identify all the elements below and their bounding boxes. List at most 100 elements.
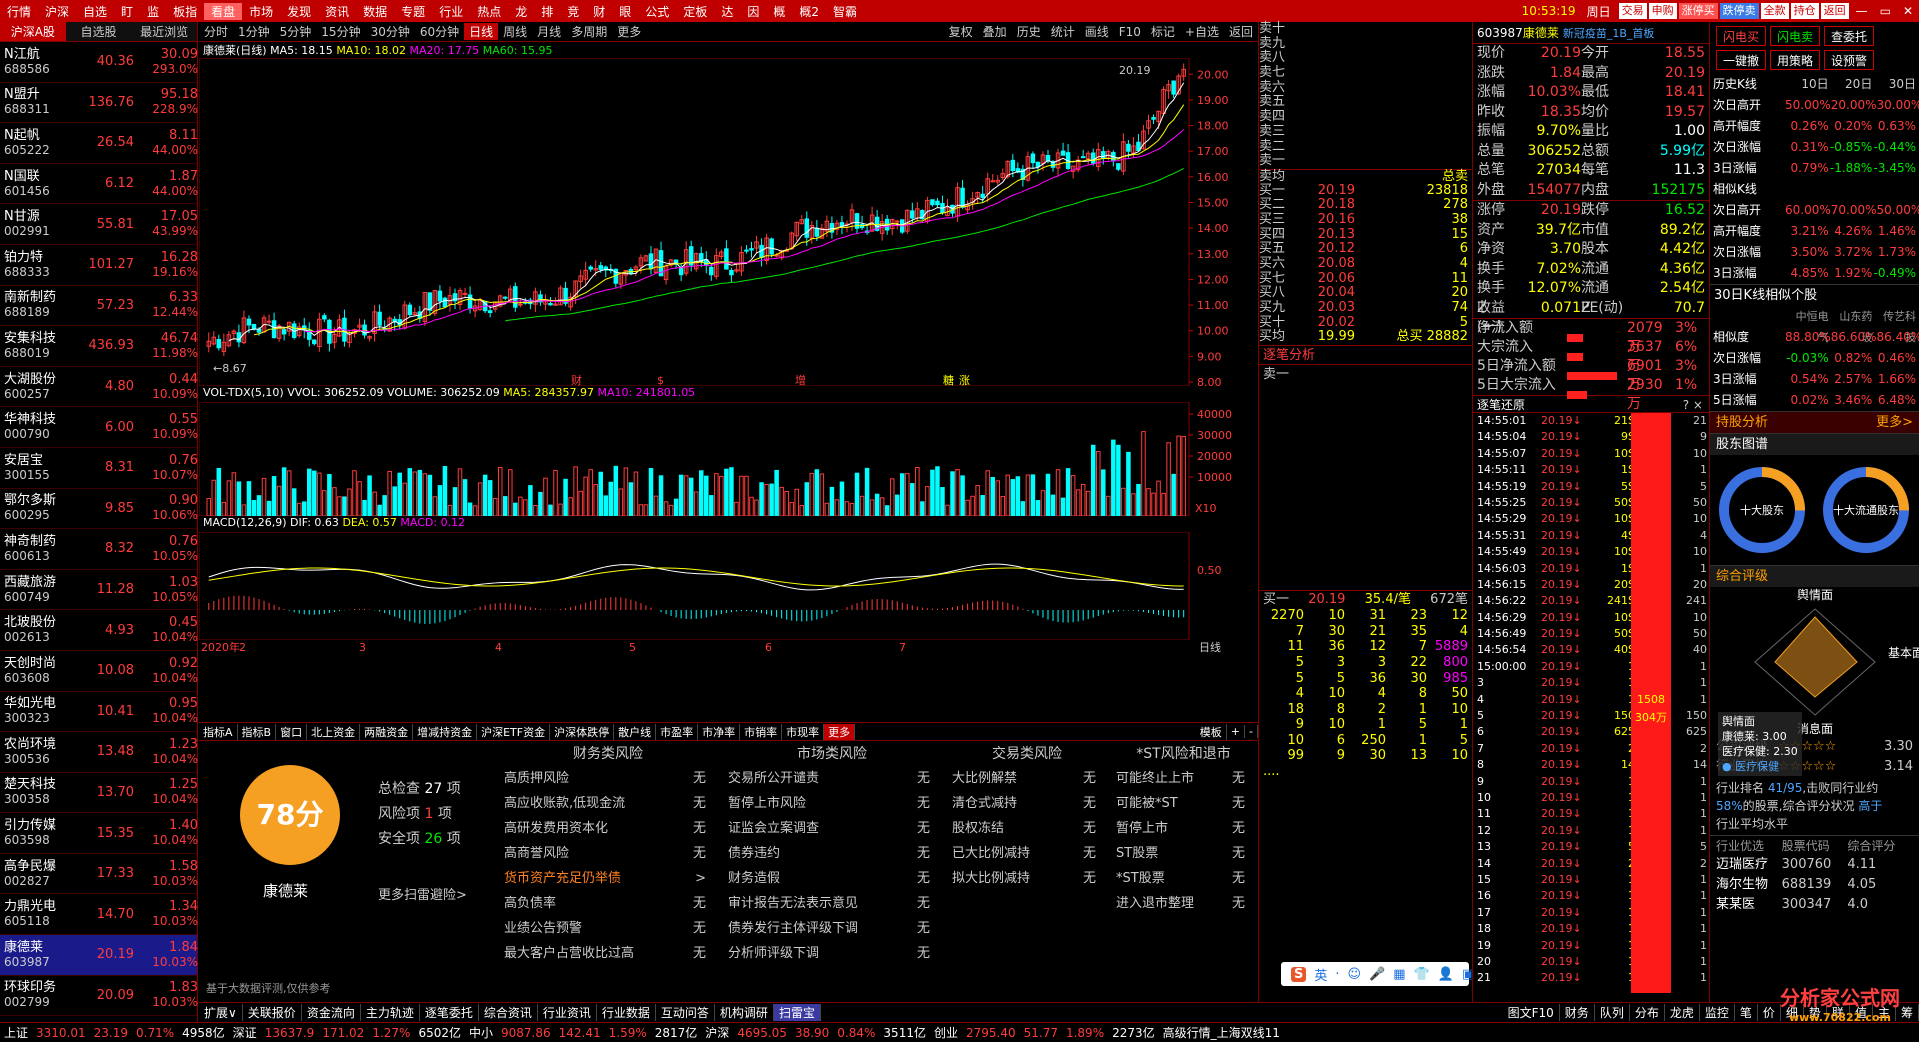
stock-row[interactable]: 安居宝 300155 8.31 0.76 10.07% [0,448,198,489]
chart-tool-7[interactable]: +自选 [1180,23,1224,40]
bottom-tab-7[interactable]: 行业数据 [597,1004,656,1021]
tick-controls-icon[interactable]: ? × [1683,396,1709,412]
stock-tab-0[interactable]: 沪深A股 [0,22,66,41]
risk-item[interactable]: 证监会立案调查 无 [728,816,936,841]
stock-row[interactable]: 神奇制药 600613 8.32 0.76 10.05% [0,529,198,570]
menu-item-5[interactable]: 板指 [166,3,204,20]
stock-row[interactable]: 华如光电 300323 10.41 0.95 10.04% [0,692,198,733]
ime-english-icon[interactable]: 英 [1314,965,1327,984]
risk-item[interactable]: 货币资产充足仍举债 > [504,866,712,891]
menu-item-21[interactable]: 达 [714,3,740,20]
stock-row[interactable]: 大湖股份 600257 4.80 0.44 10.09% [0,367,198,408]
bottom-right-tab-1[interactable]: 财务 [1560,1004,1595,1021]
stock-row[interactable]: 西藏旅游 600749 11.28 1.03 10.05% [0,570,198,611]
risk-item[interactable]: 债券违约 无 [728,841,936,866]
indicator-tab-3[interactable]: 北上资金 [307,723,361,740]
period-0[interactable]: 分时 [199,23,233,40]
best-row[interactable]: 迈瑞医疗 300760 4.11 [1710,855,1919,875]
risk-more-link[interactable]: 更多扫雷避险> [378,884,467,903]
bottom-right-tab-3[interactable]: 分布 [1630,1004,1665,1021]
top-tool-5[interactable]: 持仓 [1790,3,1819,19]
indicator-tab-13[interactable]: 更多 [824,723,856,740]
stock-row[interactable]: 楚天科技 300358 13.70 1.25 10.04% [0,773,198,814]
skin-icon[interactable]: 👕 [1414,967,1430,982]
risk-item[interactable]: 债券发行主体评级下调 无 [728,916,936,941]
risk-item[interactable]: 最大客户占营收比过高 无 [504,941,712,966]
indicator-tab-9[interactable]: 市盈率 [656,723,699,740]
template-btn-1[interactable]: + [1227,725,1246,738]
indicator-tab-0[interactable]: 指标A [199,723,238,740]
stock-tab-2[interactable]: 最近浏览 [131,22,197,41]
period-1[interactable]: 1分钟 [233,23,275,40]
indicator-tab-4[interactable]: 两融资金 [360,723,414,740]
top-tool-6[interactable]: 返回 [1820,3,1849,19]
volume-bars[interactable]: 40000 30000 20000 10000 X10 [199,402,1258,516]
menu-item-1[interactable]: 沪深 [38,3,76,20]
stock-row[interactable]: N江航 688586 40.36 30.09 293.0% [0,42,198,83]
risk-item[interactable]: 高负债率 无 [504,891,712,916]
bottom-tab-10[interactable]: 扫雷宝 [773,1004,821,1021]
risk-item[interactable]: 进入退市整理 无 [1116,891,1251,916]
chart-tool-3[interactable]: 统计 [1046,23,1080,40]
risk-item[interactable]: 分析师评级下调 无 [728,941,936,966]
risk-item[interactable]: 审计报告无法表示意见 无 [728,891,936,916]
menu-item-19[interactable]: 公式 [638,3,676,20]
bottom-tab-8[interactable]: 互动问答 [656,1004,715,1021]
menu-item-0[interactable]: 行情 [0,3,38,20]
risk-item[interactable]: 可能终止上市 无 [1116,766,1251,791]
period-3[interactable]: 15分钟 [316,23,365,40]
stock-row[interactable]: 南新制药 688189 57.23 6.33 12.44% [0,286,198,327]
period-10[interactable]: 更多 [612,23,646,40]
trade-btn-1[interactable]: 闪电卖 [1770,26,1820,46]
risk-item[interactable]: 大比例解禁 无 [952,766,1102,791]
bottom-tab-6[interactable]: 行业资讯 [538,1004,597,1021]
menu-item-24[interactable]: 概2 [792,3,826,20]
stock-row[interactable]: 安集科技 688019 436.93 46.74 11.98% [0,326,198,367]
risk-item[interactable]: 业绩公告预警 无 [504,916,712,941]
risk-item[interactable]: 股权冻结 无 [952,816,1102,841]
trade-btn-2[interactable]: 查委托 [1824,26,1874,46]
top-tool-2[interactable]: 涨停买 [1678,3,1718,19]
risk-item[interactable]: 暂停上市 无 [1116,816,1251,841]
stock-row[interactable]: 华神科技 000790 6.00 0.55 10.09% [0,407,198,448]
risk-item[interactable]: 财务造假 无 [728,866,936,891]
chart-tool-4[interactable]: 画线 [1080,23,1114,40]
bottom-tab-5[interactable]: 综合资讯 [479,1004,538,1021]
chart-tool-1[interactable]: 叠加 [978,23,1012,40]
stock-row[interactable]: 北玻股份 002613 4.93 0.45 10.04% [0,610,198,651]
bottom-right-tab-4[interactable]: 龙虎 [1665,1004,1700,1021]
menu-item-23[interactable]: 概 [766,3,792,20]
menu-item-9[interactable]: 资讯 [318,3,356,20]
menu-item-7[interactable]: 市场 [242,3,280,20]
risk-item[interactable]: 高应收账款,低现金流 无 [504,791,712,816]
bottom-tab-9[interactable]: 机构调研 [715,1004,774,1021]
stock-row[interactable]: 环球印务 002799 20.09 1.83 10.03% [0,976,198,1017]
risk-item[interactable]: 暂停上市风险 无 [728,791,936,816]
menu-item-13[interactable]: 热点 [470,3,508,20]
stock-row[interactable]: 力鼎光电 605118 14.70 1.34 10.03% [0,894,198,936]
indicator-tab-11[interactable]: 市销率 [740,723,783,740]
menu-item-18[interactable]: 眼 [612,3,638,20]
chart-tool-0[interactable]: 复权 [944,23,978,40]
risk-item[interactable]: 清仓式减持 无 [952,791,1102,816]
indicator-tab-5[interactable]: 增减持资金 [413,723,478,740]
keyboard-icon[interactable]: ▦ [1393,967,1405,982]
chart-tool-8[interactable]: 返回 [1224,23,1258,40]
stock-tab-1[interactable]: 自选股 [66,22,132,41]
bottom-tab-0[interactable]: 扩展∨ [199,1004,243,1021]
menu-item-17[interactable]: 财 [586,3,612,20]
trade-btn-4[interactable]: 用策略 [1770,50,1820,70]
stock-row[interactable]: 康德莱 603987 20.19 1.84 10.03% [0,935,198,976]
period-7[interactable]: 周线 [498,23,532,40]
risk-item[interactable]: 拟大比例减持 无 [952,866,1102,891]
stock-row[interactable]: 天创时尚 603608 10.08 0.92 10.04% [0,651,198,692]
risk-item[interactable]: 可能被*ST 无 [1116,791,1251,816]
menu-item-22[interactable]: 因 [740,3,766,20]
close-icon[interactable]: ✕ [1897,4,1919,18]
template-btn-2[interactable]: - [1245,725,1258,738]
sogou-logo-icon[interactable]: S [1291,966,1307,982]
risk-item[interactable]: 高商誉风险 无 [504,841,712,866]
hold-more[interactable]: 更多> [1876,412,1919,434]
indicator-tab-1[interactable]: 指标B [238,723,277,740]
menu-item-20[interactable]: 定板 [676,3,714,20]
